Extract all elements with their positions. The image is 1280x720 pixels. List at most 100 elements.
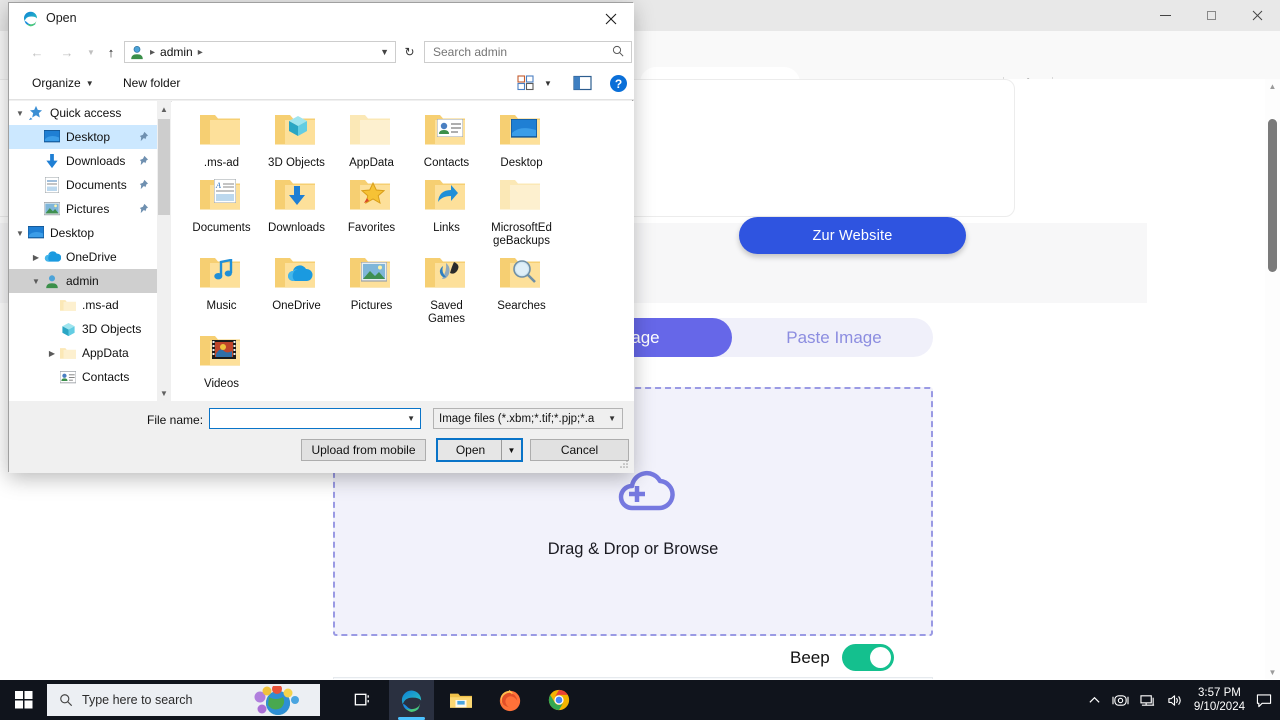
- advertisement[interactable]: Telekom ▷ ✕: [333, 677, 933, 679]
- tree-item-label: Quick access: [50, 106, 122, 120]
- file-item[interactable]: Videos: [184, 332, 259, 391]
- open-dropdown-icon[interactable]: ▼: [501, 440, 521, 460]
- page-scrollbar[interactable]: ▲ ▼: [1265, 79, 1280, 679]
- dialog-title: Open: [46, 11, 77, 25]
- chevron-down-icon[interactable]: ▼: [13, 229, 27, 238]
- chevron-down-icon[interactable]: ▼: [13, 109, 27, 118]
- view-options-icon[interactable]: [517, 75, 535, 91]
- pin-icon[interactable]: [138, 203, 149, 217]
- file-item[interactable]: Favorites: [334, 176, 409, 248]
- breadcrumb[interactable]: ▸ admin ▸ ▼: [124, 41, 396, 63]
- file-list-view[interactable]: .ms-ad 3D Objects AppData Contacts Deskt…: [172, 101, 634, 401]
- new-folder-button[interactable]: New folder: [123, 76, 180, 90]
- scroll-up-arrow-icon[interactable]: ▲: [1265, 79, 1280, 93]
- file-item[interactable]: MicrosoftEdgeBackups: [484, 176, 559, 248]
- tree-item-3d-objects[interactable]: 3D Objects: [9, 317, 157, 341]
- close-icon[interactable]: [588, 3, 634, 34]
- resize-grip[interactable]: [619, 459, 629, 469]
- system-tray: 3:57 PM 9/10/2024: [1088, 680, 1280, 720]
- tree-item-documents[interactable]: Documents: [9, 173, 157, 197]
- zur-website-button[interactable]: Zur Website: [739, 217, 966, 254]
- task-view-icon[interactable]: [340, 680, 385, 720]
- file-item[interactable]: 3D Objects: [259, 111, 334, 170]
- scroll-up-arrow-icon[interactable]: ▲: [157, 101, 171, 117]
- tree-item-downloads[interactable]: Downloads: [9, 149, 157, 173]
- pin-icon[interactable]: [138, 131, 149, 145]
- file-item-label: 3D Objects: [268, 157, 325, 169]
- tree-item--ms-ad[interactable]: .ms-ad: [9, 293, 157, 317]
- screen-recorder-icon[interactable]: [1112, 693, 1129, 708]
- close-icon[interactable]: [1234, 0, 1280, 31]
- upload-from-mobile-button[interactable]: Upload from mobile: [301, 439, 426, 461]
- forward-arrow-icon[interactable]: →: [55, 41, 79, 63]
- breadcrumb-separator-2[interactable]: ▸: [198, 47, 203, 58]
- search-input[interactable]: [433, 45, 603, 59]
- organize-label: Organize: [32, 76, 81, 90]
- minimize-icon[interactable]: [1142, 0, 1188, 31]
- chevron-right-icon[interactable]: ▶: [45, 349, 59, 358]
- preview-pane-icon[interactable]: [573, 75, 592, 91]
- navigation-tree[interactable]: ▼ Quick access Desktop Downloads Documents Pi…: [9, 101, 157, 401]
- beep-control: Beep: [790, 644, 894, 671]
- file-item[interactable]: .ms-ad: [184, 111, 259, 170]
- chevron-down-icon[interactable]: ▼: [544, 79, 552, 88]
- file-item[interactable]: Links: [409, 176, 484, 248]
- organize-button[interactable]: Organize ▼: [32, 76, 94, 90]
- tree-item-desktop[interactable]: Desktop: [9, 125, 157, 149]
- scrollbar-thumb[interactable]: [1268, 119, 1277, 272]
- file-name-label: File name:: [147, 413, 204, 427]
- file-type-select[interactable]: Image files (*.xbm;*.tif;*.pjp;*.a ▼: [433, 408, 623, 429]
- tree-item-contacts[interactable]: Contacts: [9, 365, 157, 389]
- tab-paste-image[interactable]: Paste Image: [735, 318, 933, 357]
- chevron-right-icon[interactable]: ▶: [29, 253, 43, 262]
- network-icon[interactable]: [1140, 693, 1156, 708]
- chrome-icon[interactable]: [536, 680, 581, 720]
- cancel-button[interactable]: Cancel: [530, 439, 629, 461]
- file-item[interactable]: Desktop: [484, 111, 559, 170]
- volume-icon[interactable]: [1167, 693, 1183, 708]
- pin-icon[interactable]: [138, 179, 149, 193]
- notifications-icon[interactable]: [1256, 693, 1272, 708]
- search-input[interactable]: Type here to search: [47, 684, 320, 716]
- file-item[interactable]: OneDrive: [259, 254, 334, 326]
- clock[interactable]: 3:57 PM 9/10/2024: [1194, 686, 1245, 714]
- tree-scrollbar[interactable]: ▲ ▼: [157, 101, 171, 401]
- chevron-down-icon[interactable]: ▼: [29, 277, 43, 286]
- edge-icon[interactable]: [389, 680, 434, 720]
- file-item[interactable]: AppData: [334, 111, 409, 170]
- up-arrow-icon[interactable]: ↑: [99, 41, 123, 63]
- file-explorer-icon[interactable]: [438, 680, 483, 720]
- tree-item-quick-access[interactable]: ▼ Quick access: [9, 101, 157, 125]
- maximize-icon[interactable]: [1188, 0, 1234, 31]
- file-item[interactable]: A Documents: [184, 176, 259, 248]
- file-name-input[interactable]: [210, 411, 400, 426]
- file-item[interactable]: Searches: [484, 254, 559, 326]
- firefox-icon[interactable]: [487, 680, 532, 720]
- scroll-down-arrow-icon[interactable]: ▼: [1265, 665, 1280, 679]
- file-name-field[interactable]: ▼: [209, 408, 421, 429]
- show-hidden-icons-icon[interactable]: [1088, 694, 1101, 707]
- back-arrow-icon[interactable]: ←: [25, 41, 49, 63]
- chevron-down-icon[interactable]: ▼: [380, 47, 389, 57]
- file-item[interactable]: Pictures: [334, 254, 409, 326]
- refresh-icon[interactable]: ↻: [399, 41, 420, 63]
- help-icon[interactable]: ?: [610, 75, 627, 92]
- tree-item-pictures[interactable]: Pictures: [9, 197, 157, 221]
- tree-item-appdata[interactable]: ▶ AppData: [9, 341, 157, 365]
- open-button[interactable]: Open ▼: [436, 438, 523, 462]
- beep-toggle[interactable]: [841, 644, 894, 671]
- chevron-down-icon[interactable]: ▼: [407, 414, 415, 423]
- tree-scrollbar-thumb[interactable]: [158, 119, 170, 215]
- tree-item-onedrive[interactable]: ▶ OneDrive: [9, 245, 157, 269]
- file-item[interactable]: Downloads: [259, 176, 334, 248]
- windows-start-icon[interactable]: [0, 680, 47, 720]
- search-admin-box[interactable]: [424, 41, 632, 63]
- pin-icon[interactable]: [138, 155, 149, 169]
- tree-item-desktop[interactable]: ▼ Desktop: [9, 221, 157, 245]
- scroll-down-arrow-icon[interactable]: ▼: [157, 385, 171, 401]
- breadcrumb-path[interactable]: admin: [160, 45, 193, 59]
- file-item[interactable]: Saved Games: [409, 254, 484, 326]
- file-item[interactable]: Contacts: [409, 111, 484, 170]
- tree-item-admin[interactable]: ▼ admin: [9, 269, 157, 293]
- file-item[interactable]: Music: [184, 254, 259, 326]
